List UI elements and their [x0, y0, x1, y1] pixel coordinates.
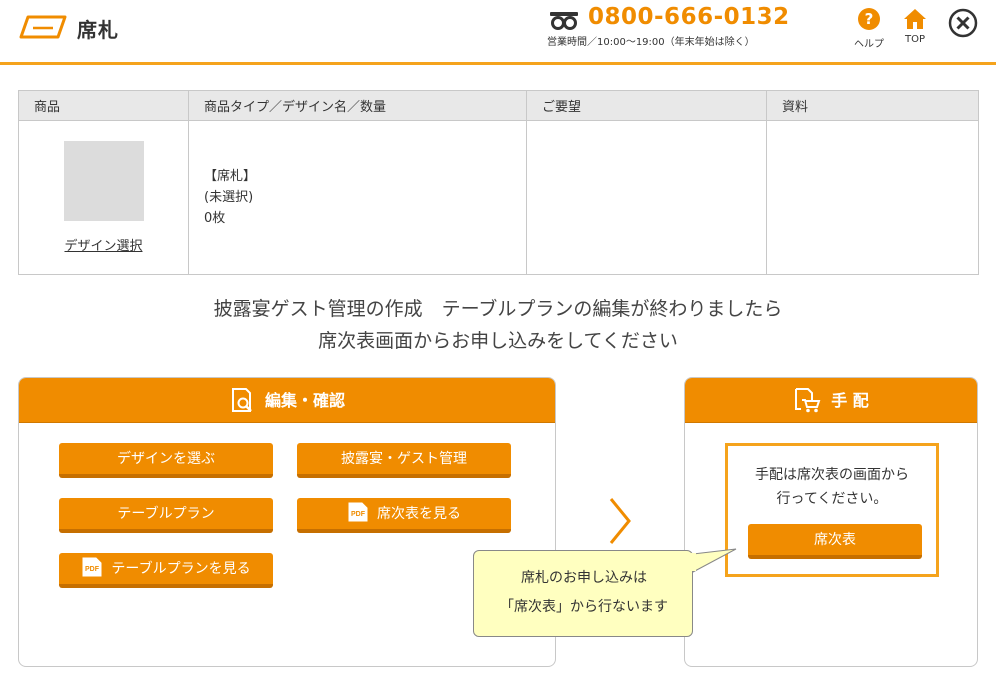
edit-confirm-panel-header: 編集・確認 [19, 378, 555, 423]
close-icon[interactable] [948, 8, 978, 38]
cart-icon [795, 387, 821, 412]
view-seating-chart-button[interactable]: PDF 席次表を見る [297, 498, 511, 533]
arrangement-message: 手配は席次表の画面から 行ってください。 [728, 463, 936, 511]
top-label: TOP [904, 34, 925, 45]
view-table-plan-label: テーブルプランを見る [111, 561, 251, 577]
design-select-link[interactable]: デザイン選択 [19, 235, 188, 254]
help-label: ヘルプ [854, 39, 884, 50]
edit-confirm-panel-title: 編集・確認 [264, 391, 345, 410]
help-button[interactable]: ? ヘルプ [850, 8, 888, 52]
product-type: 【席札】 [204, 169, 257, 184]
notice-message: 披露宴ゲスト管理の作成 テーブルプランの編集が終わりましたら 席次表画面からお申… [0, 293, 996, 357]
column-header-requests: ご要望 [526, 90, 767, 121]
svg-text:PDF: PDF [85, 566, 100, 573]
pdf-icon: PDF [82, 557, 102, 577]
page-title: 席札 [77, 18, 119, 42]
documents-cell [766, 120, 979, 275]
view-table-plan-button[interactable]: PDF テーブルプランを見る [59, 553, 273, 588]
seating-chart-button-label: 席次表 [814, 532, 856, 548]
document-search-icon [231, 387, 252, 412]
product-cell: デザイン選択 [18, 120, 189, 275]
business-hours: 営業時間／10:00〜19:00（年末年始は除く） [547, 37, 755, 48]
arrangement-message-line-1: 手配は席次表の画面から [755, 467, 909, 483]
product-info-cell: 【席札】 (未選択) 0枚 [188, 120, 527, 275]
product-thumbnail [63, 141, 144, 221]
seat-card-logo-icon [19, 15, 67, 39]
notice-line-2: 席次表画面からお申し込みをしてください [318, 330, 678, 352]
phone-number: 0800-666-0132 [588, 4, 790, 30]
free-dial-icon [550, 12, 578, 30]
chevron-right-icon [609, 498, 631, 544]
tooltip-text: 席札のお申し込みは 「席次表」から行ないます [474, 564, 694, 622]
guest-management-button[interactable]: 披露宴・ゲスト管理 [297, 443, 511, 478]
header: 席札 0800-666-0132 営業時間／10:00〜19:00（年末年始は除… [0, 0, 996, 62]
help-icon: ? [858, 8, 880, 30]
seating-chart-button[interactable]: 席次表 [748, 524, 922, 559]
table-row: デザイン選択 【席札】 (未選択) 0枚 [18, 120, 979, 275]
tooltip-pointer [692, 548, 737, 573]
home-icon [904, 9, 926, 29]
column-header-type-design-quantity: 商品タイプ／デザイン名／数量 [188, 90, 527, 121]
column-header-documents: 資料 [766, 90, 979, 121]
view-seating-chart-label: 席次表を見る [377, 506, 461, 522]
design-name: (未選択) [204, 190, 254, 205]
requests-cell [526, 120, 767, 275]
arrangement-panel-title: 手 配 [831, 391, 869, 410]
guest-management-label: 披露宴・ゲスト管理 [341, 451, 467, 467]
choose-design-label: デザインを選ぶ [117, 451, 215, 467]
table-plan-button[interactable]: テーブルプラン [59, 498, 273, 533]
tooltip-line-1: 席札のお申し込みは [521, 570, 647, 586]
tooltip-pointer-mask [690, 553, 696, 571]
tooltip-line-2: 「席次表」から行ないます [500, 599, 668, 615]
pdf-icon: PDF [348, 502, 368, 522]
arrangement-message-line-2: 行ってください。 [776, 491, 888, 507]
table-plan-label: テーブルプラン [117, 506, 215, 522]
arrangement-panel-header: 手 配 [685, 378, 977, 423]
choose-design-button[interactable]: デザインを選ぶ [59, 443, 273, 478]
tooltip: 席札のお申し込みは 「席次表」から行ないます [473, 550, 693, 637]
svg-text:PDF: PDF [351, 511, 366, 518]
product-table: 商品 商品タイプ／デザイン名／数量 ご要望 資料 デザイン選択 【席札】 (未選… [18, 90, 979, 275]
notice-line-1: 披露宴ゲスト管理の作成 テーブルプランの編集が終わりましたら [213, 298, 783, 320]
table-header-row: 商品 商品タイプ／デザイン名／数量 ご要望 資料 [18, 90, 979, 121]
column-header-product: 商品 [18, 90, 189, 121]
header-divider [0, 62, 996, 65]
quantity: 0枚 [204, 211, 226, 226]
top-button[interactable]: TOP [896, 8, 934, 52]
